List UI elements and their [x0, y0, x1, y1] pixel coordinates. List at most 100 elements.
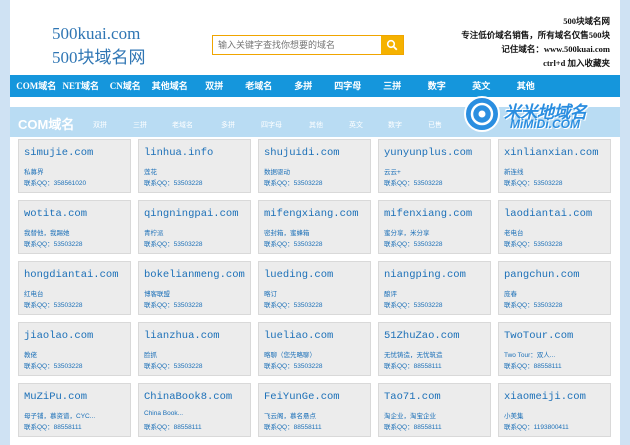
domain-qq: 联系QQ：88558111 — [384, 424, 442, 431]
domain-desc: China Book... — [144, 410, 184, 417]
nav-four-letter[interactable]: 四字母 — [326, 75, 371, 97]
domain-card[interactable]: linhua.info 莲花 联系QQ：53503228 — [138, 139, 251, 193]
search-icon — [386, 39, 398, 51]
nav-net[interactable]: NET域名 — [59, 75, 104, 97]
domain-name[interactable]: yunyunplus.com — [384, 147, 472, 159]
site-logo[interactable]: 500kuai.com 500块域名网 — [52, 22, 146, 70]
domain-card[interactable]: Tao71.com 淘企业，淘宝企业 联系QQ：88558111 — [378, 383, 491, 437]
domain-qq: 联系QQ：53503228 — [384, 302, 443, 309]
domain-card[interactable]: wotita.com 我替他，我踢她 联系QQ：53503228 — [18, 200, 131, 254]
search-button[interactable] — [381, 36, 403, 54]
nav-numbers[interactable]: 数字 — [415, 75, 460, 97]
domain-card[interactable]: 51ZhuZao.com 无忧铸造，无忧筑造 联系QQ：88558111 — [378, 322, 491, 376]
domain-card[interactable]: FeiYunGe.com 飞云阁，慕名悬点 联系QQ：88558111 — [258, 383, 371, 437]
domain-card[interactable]: ChinaBook8.com China Book... 联系QQ：88558111 — [138, 383, 251, 437]
domain-card[interactable]: pangchun.com 庞春 联系QQ：53503228 — [498, 261, 611, 315]
domain-card[interactable]: xinlianxian.com 新连线 联系QQ：53503228 — [498, 139, 611, 193]
cat-link-other[interactable]: 其他 — [309, 120, 323, 130]
domain-desc: 略聊（您先略聊） — [264, 352, 316, 359]
domain-name[interactable]: ChinaBook8.com — [144, 391, 232, 403]
domain-name[interactable]: shujuidi.com — [264, 147, 340, 159]
logo-chinese: 500块域名网 — [52, 48, 146, 67]
domain-card[interactable]: lueliao.com 略聊（您先略聊） 联系QQ：53503228 — [258, 322, 371, 376]
domain-card[interactable]: qingningpai.com 青柠派 联系QQ：53503228 — [138, 200, 251, 254]
domain-qq: 联系QQ：88558111 — [264, 424, 322, 431]
domain-name[interactable]: lueding.com — [264, 269, 333, 281]
nav-duopin[interactable]: 多拼 — [281, 75, 326, 97]
domain-card[interactable]: laodiantai.com 老电台 联系QQ：53503228 — [498, 200, 611, 254]
domain-desc: 飞云阁，慕名悬点 — [264, 413, 316, 420]
domain-name[interactable]: jiaolao.com — [24, 330, 93, 342]
domain-card[interactable]: xiaomeiji.com 小美集 联系QQ：1193800411 — [498, 383, 611, 437]
search-box — [212, 35, 404, 55]
domain-qq: 联系QQ：53503228 — [384, 180, 443, 187]
cat-link-shuangpin[interactable]: 双拼 — [93, 120, 107, 130]
domain-qq: 联系QQ：53503228 — [264, 180, 323, 187]
domain-qq: 联系QQ：53503228 — [24, 363, 83, 370]
cat-link-numbers[interactable]: 数字 — [388, 120, 402, 130]
domain-card[interactable]: hongdiantai.com 红电台 联系QQ：53503228 — [18, 261, 131, 315]
domain-qq: 联系QQ：53503228 — [144, 180, 203, 187]
domain-card[interactable]: lianzhua.com 脸抓 联系QQ：53503228 — [138, 322, 251, 376]
domain-name[interactable]: hongdiantai.com — [24, 269, 119, 281]
domain-desc: 酿评 — [384, 291, 397, 298]
domain-name[interactable]: linhua.info — [144, 147, 213, 159]
domain-name[interactable]: lianzhua.com — [144, 330, 220, 342]
domain-card[interactable]: jiaolao.com 教佬 联系QQ：53503228 — [18, 322, 131, 376]
domain-card[interactable]: simujie.com 私募界 联系QQ：358561020 — [18, 139, 131, 193]
domain-card[interactable]: yunyunplus.com 云云+ 联系QQ：53503228 — [378, 139, 491, 193]
domain-name[interactable]: bokelianmeng.com — [144, 269, 245, 281]
domain-qq: 联系QQ：53503228 — [144, 302, 203, 309]
domain-desc: 数据驱动 — [264, 169, 290, 176]
domain-name[interactable]: qingningpai.com — [144, 208, 239, 220]
cat-link-sanpin[interactable]: 三拼 — [133, 120, 147, 130]
search-input[interactable] — [213, 36, 381, 54]
domain-name[interactable]: simujie.com — [24, 147, 93, 159]
info-line-url: 记住域名：www.500kuai.com — [501, 44, 610, 54]
domain-desc: 我替他，我踢她 — [24, 230, 70, 237]
cat-link-four-letter[interactable]: 四字母 — [261, 120, 282, 130]
nav-shuangpin[interactable]: 双拼 — [192, 75, 237, 97]
domain-card[interactable]: bokelianmeng.com 博客联盟 联系QQ：53503228 — [138, 261, 251, 315]
domain-name[interactable]: 51ZhuZao.com — [384, 330, 460, 342]
cat-link-duopin[interactable]: 多拼 — [221, 120, 235, 130]
domain-desc: 庞春 — [504, 291, 517, 298]
domain-card[interactable]: MuZiPu.com 母子铺，慕资谱，CYC... 联系QQ：88558111 — [18, 383, 131, 437]
domain-name[interactable]: FeiYunGe.com — [264, 391, 340, 403]
domain-qq: 联系QQ：53503228 — [264, 241, 323, 248]
domain-desc: 密封箱，蜜蜂箱 — [264, 230, 310, 237]
domain-name[interactable]: xiaomeiji.com — [504, 391, 586, 403]
domain-name[interactable]: pangchun.com — [504, 269, 580, 281]
nav-other-domains[interactable]: 其他域名 — [148, 75, 193, 97]
cat-link-old[interactable]: 老域名 — [172, 120, 193, 130]
domain-name[interactable]: TwoTour.com — [504, 330, 573, 342]
nav-cn[interactable]: CN域名 — [103, 75, 148, 97]
cat-link-sold[interactable]: 已售 — [428, 120, 442, 130]
info-line-bookmark[interactable]: ctrl+d 加入收藏夹 — [461, 56, 610, 70]
domain-card[interactable]: TwoTour.com Two Tour：双人... 联系QQ：88558111 — [498, 322, 611, 376]
domain-name[interactable]: Tao71.com — [384, 391, 441, 403]
domain-card[interactable]: mifengxiang.com 密封箱，蜜蜂箱联系QQ：53503228 — [258, 200, 371, 254]
logo-english: 500kuai.com — [52, 24, 141, 43]
domain-name[interactable]: niangping.com — [384, 269, 466, 281]
nav-com[interactable]: COM域名 — [14, 75, 59, 97]
domain-card[interactable]: mifenxiang.com 蜜分享，米分享 联系QQ：53503228 — [378, 200, 491, 254]
domain-card[interactable]: lueding.com 略订 联系QQ：53503228 — [258, 261, 371, 315]
domain-name[interactable]: lueliao.com — [264, 330, 333, 342]
nav-sanpin[interactable]: 三拼 — [370, 75, 415, 97]
domain-name[interactable]: xinlianxian.com — [504, 147, 599, 159]
nav-old-domains[interactable]: 老域名 — [237, 75, 282, 97]
domain-desc: 淘企业，淘宝企业 — [384, 413, 436, 420]
domain-card[interactable]: niangping.com 酿评联系QQ：53503228 — [378, 261, 491, 315]
domain-desc: 私募界 — [24, 169, 44, 176]
watermark-english: MiMiDi.COM — [510, 117, 580, 131]
domain-card[interactable]: shujuidi.com 数据驱动联系QQ：53503228 — [258, 139, 371, 193]
domain-name[interactable]: mifenxiang.com — [384, 208, 472, 220]
domain-desc: 青柠派 — [144, 230, 164, 237]
cat-link-english[interactable]: 英文 — [349, 120, 363, 130]
domain-name[interactable]: MuZiPu.com — [24, 391, 87, 403]
domain-name[interactable]: laodiantai.com — [504, 208, 592, 220]
domain-name[interactable]: wotita.com — [24, 208, 87, 220]
domain-desc: 无忧铸造，无忧筑造 — [384, 352, 443, 359]
domain-name[interactable]: mifengxiang.com — [264, 208, 359, 220]
